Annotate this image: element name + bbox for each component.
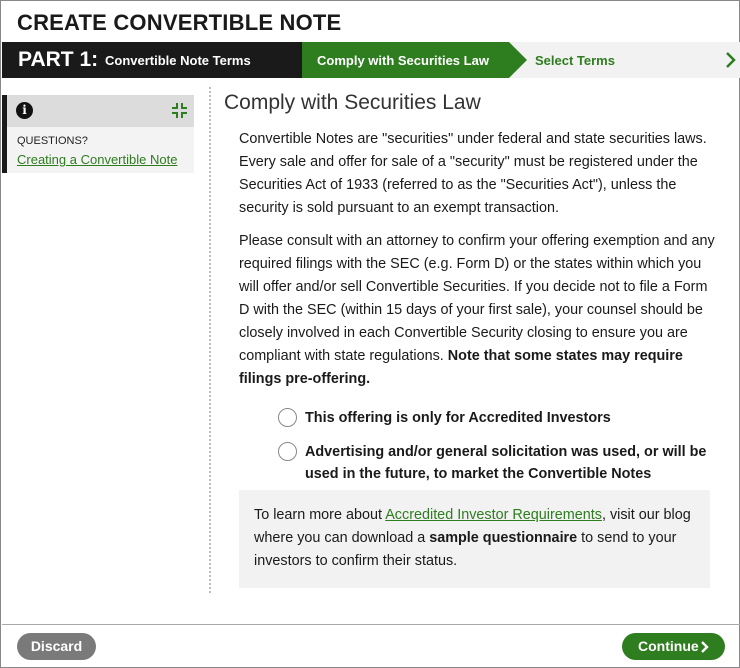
chevron-right-icon [701, 641, 709, 653]
accredited-requirements-link[interactable]: Accredited Investor Requirements [385, 507, 602, 523]
note-text: To learn more about [254, 507, 386, 523]
questions-label: QUESTIONS? [17, 135, 88, 147]
step-part: PART 1: Convertible Note Terms [2, 42, 302, 78]
info-note: To learn more about Accredited Investor … [239, 490, 710, 588]
vertical-divider [209, 87, 211, 593]
continue-label: Continue [638, 638, 699, 654]
radio-button[interactable] [278, 442, 297, 461]
collapse-icon[interactable] [171, 102, 188, 119]
intro-paragraph: Convertible Notes are "securities" under… [239, 131, 707, 216]
step-active[interactable]: Comply with Securities Law [302, 42, 527, 78]
part-name: Convertible Note Terms [105, 53, 251, 68]
help-panel-header: i [7, 95, 194, 127]
step-active-label: Comply with Securities Law [317, 53, 489, 68]
page-title: CREATE CONVERTIBLE NOTE [17, 10, 342, 35]
chevron-right-icon[interactable] [722, 42, 740, 78]
info-icon: i [16, 102, 33, 119]
option-label: This offering is only for Accredited Inv… [305, 410, 611, 426]
step-arrow [509, 42, 527, 78]
help-link[interactable]: Creating a Convertible Note [17, 152, 177, 167]
section-heading: Comply with Securities Law [224, 91, 481, 114]
consult-text: Please consult with an attorney to confi… [239, 233, 715, 364]
note-bold: sample questionnaire [429, 530, 578, 546]
footer-divider [2, 624, 740, 625]
dialog-window: CREATE CONVERTIBLE NOTE PART 1: Converti… [0, 0, 740, 668]
step-select-terms[interactable]: Select Terms [535, 53, 615, 68]
discard-button[interactable]: Discard [17, 633, 96, 660]
help-panel: i QUESTIONS? Creating a Convertible Note [2, 95, 194, 173]
radio-button[interactable] [278, 408, 297, 427]
consult-paragraph: Please consult with an attorney to confi… [239, 230, 719, 391]
option-label: Advertising and/or general solicitation … [305, 444, 707, 482]
progress-steps: PART 1: Convertible Note Terms Comply wi… [2, 42, 740, 78]
part-number: PART 1: [18, 48, 99, 71]
continue-button[interactable]: Continue [622, 633, 725, 660]
